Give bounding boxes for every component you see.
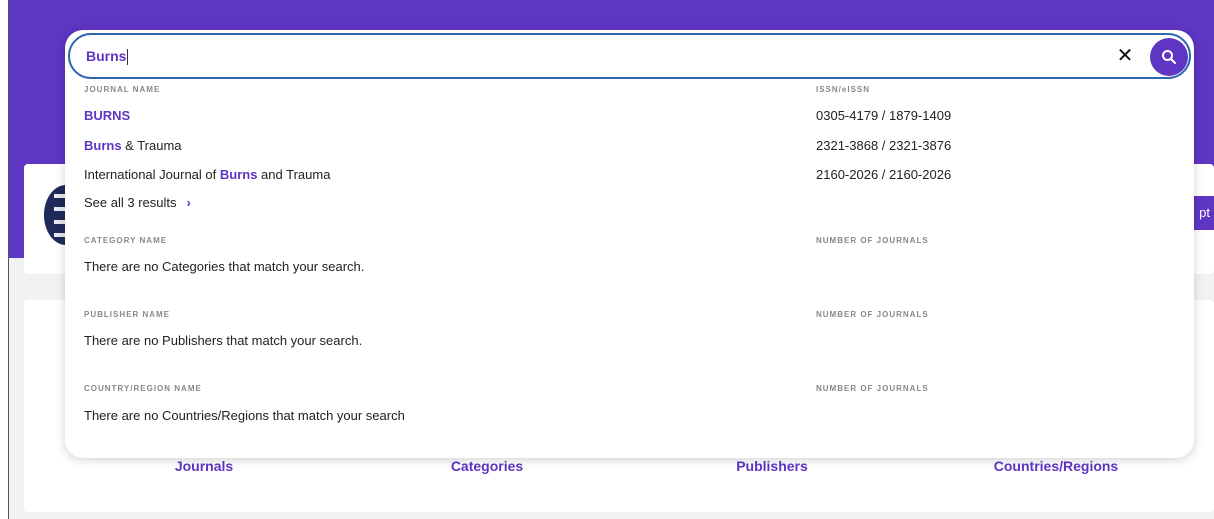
- journal-result-1[interactable]: BURNS: [84, 108, 130, 123]
- journal-issn-2: 2321-3868 / 2321-3876: [816, 138, 952, 153]
- tab-countries-regions[interactable]: Countries/Regions: [994, 458, 1118, 474]
- countries-empty-message: There are no Countries/Regions that matc…: [84, 408, 405, 423]
- journal-issn-3: 2160-2026 / 2160-2026: [816, 167, 952, 182]
- search-button[interactable]: [1150, 38, 1188, 76]
- journal-issn-1: 0305-4179 / 1879-1409: [816, 108, 952, 123]
- tab-publishers[interactable]: Publishers: [736, 458, 808, 474]
- page-edge: [0, 0, 9, 519]
- category-name-header: CATEGORY NAME: [84, 236, 168, 245]
- publisher-name-header: PUBLISHER NAME: [84, 310, 171, 319]
- browse-tabs: Journals Categories Publishers Countries…: [24, 458, 1214, 482]
- category-count-header: NUMBER OF JOURNALS: [816, 236, 929, 245]
- search-input[interactable]: Burns ✕: [68, 33, 1191, 79]
- issn-header: ISSN/eISSN: [816, 85, 871, 94]
- close-icon[interactable]: ✕: [1112, 43, 1138, 69]
- categories-empty-message: There are no Categories that match your …: [84, 259, 365, 274]
- see-all-results-link[interactable]: See all 3 results ›: [84, 195, 191, 210]
- tab-journals[interactable]: Journals: [175, 458, 233, 474]
- country-name-header: COUNTRY/REGION NAME: [84, 384, 202, 393]
- tab-categories[interactable]: Categories: [451, 458, 523, 474]
- country-count-header: NUMBER OF JOURNALS: [816, 384, 929, 393]
- search-dropdown: Burns ✕ JOURNAL NAME ISSN/eISSN BURNS 03…: [65, 30, 1194, 458]
- export-button-label: pt: [1199, 205, 1210, 220]
- publishers-empty-message: There are no Publishers that match your …: [84, 333, 363, 348]
- journal-result-2[interactable]: Burns & Trauma: [84, 138, 182, 153]
- publisher-count-header: NUMBER OF JOURNALS: [816, 310, 929, 319]
- journal-result-3[interactable]: International Journal of Burns and Traum…: [84, 167, 330, 182]
- search-value: Burns: [86, 48, 129, 66]
- journal-name-header: JOURNAL NAME: [84, 85, 161, 94]
- chevron-right-icon: ›: [186, 195, 191, 210]
- search-icon: [1162, 50, 1177, 65]
